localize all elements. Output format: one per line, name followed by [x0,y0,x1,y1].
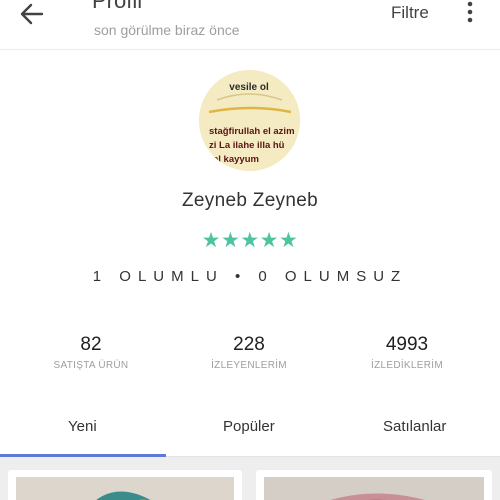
stat-label: İZLEYENLERİM [211,360,287,371]
stat-followers[interactable]: 228 İZLEYENLERİM [159,334,339,371]
product-card[interactable] [8,470,242,500]
profile-name: Zeyneb Zeyneb [182,190,318,211]
stat-value: 228 [233,334,265,355]
back-button[interactable] [18,0,54,28]
more-vertical-icon [467,1,473,23]
rating-stars: ★★★★★ [201,229,299,252]
product-image [16,477,234,500]
stat-label: İZLEDİKLERİM [371,360,443,371]
tab-popular[interactable]: Popüler [223,418,275,435]
tab-new[interactable]: Yeni [68,418,97,435]
page-title: Profil [92,0,143,13]
app-bar: Profil son görülme biraz önce Filtre [0,0,500,50]
avatar-text-line: vesile ol [229,82,269,93]
avatar[interactable]: vesile ol stağfirullah el azim zi La ila… [199,70,300,171]
arrow-left-icon [20,3,44,25]
rating-summary: 1 OLUMLU • 0 OLUMSUZ [92,268,408,285]
stat-value: 82 [80,334,102,355]
more-options-button[interactable] [460,0,480,26]
stat-following[interactable]: 4993 İZLEDİKLERİM [317,334,497,371]
product-card[interactable] [256,470,492,500]
avatar-image: vesile ol stağfirullah el azim zi La ila… [199,70,300,171]
avatar-text-line: zi La ilahe illa hü [209,140,285,151]
product-image [264,477,484,500]
stat-products-on-sale[interactable]: 82 SATIŞTA ÜRÜN [1,334,181,371]
avatar-text-line: el kayyum [213,154,259,165]
stat-value: 4993 [385,334,429,355]
avatar-text-line: stağfirullah el azim [209,126,295,137]
last-seen-status: son görülme biraz önce [94,22,240,38]
filter-button[interactable]: Filtre [391,3,429,23]
stat-label: SATIŞTA ÜRÜN [53,360,129,371]
tab-sold[interactable]: Satılanlar [383,418,446,435]
